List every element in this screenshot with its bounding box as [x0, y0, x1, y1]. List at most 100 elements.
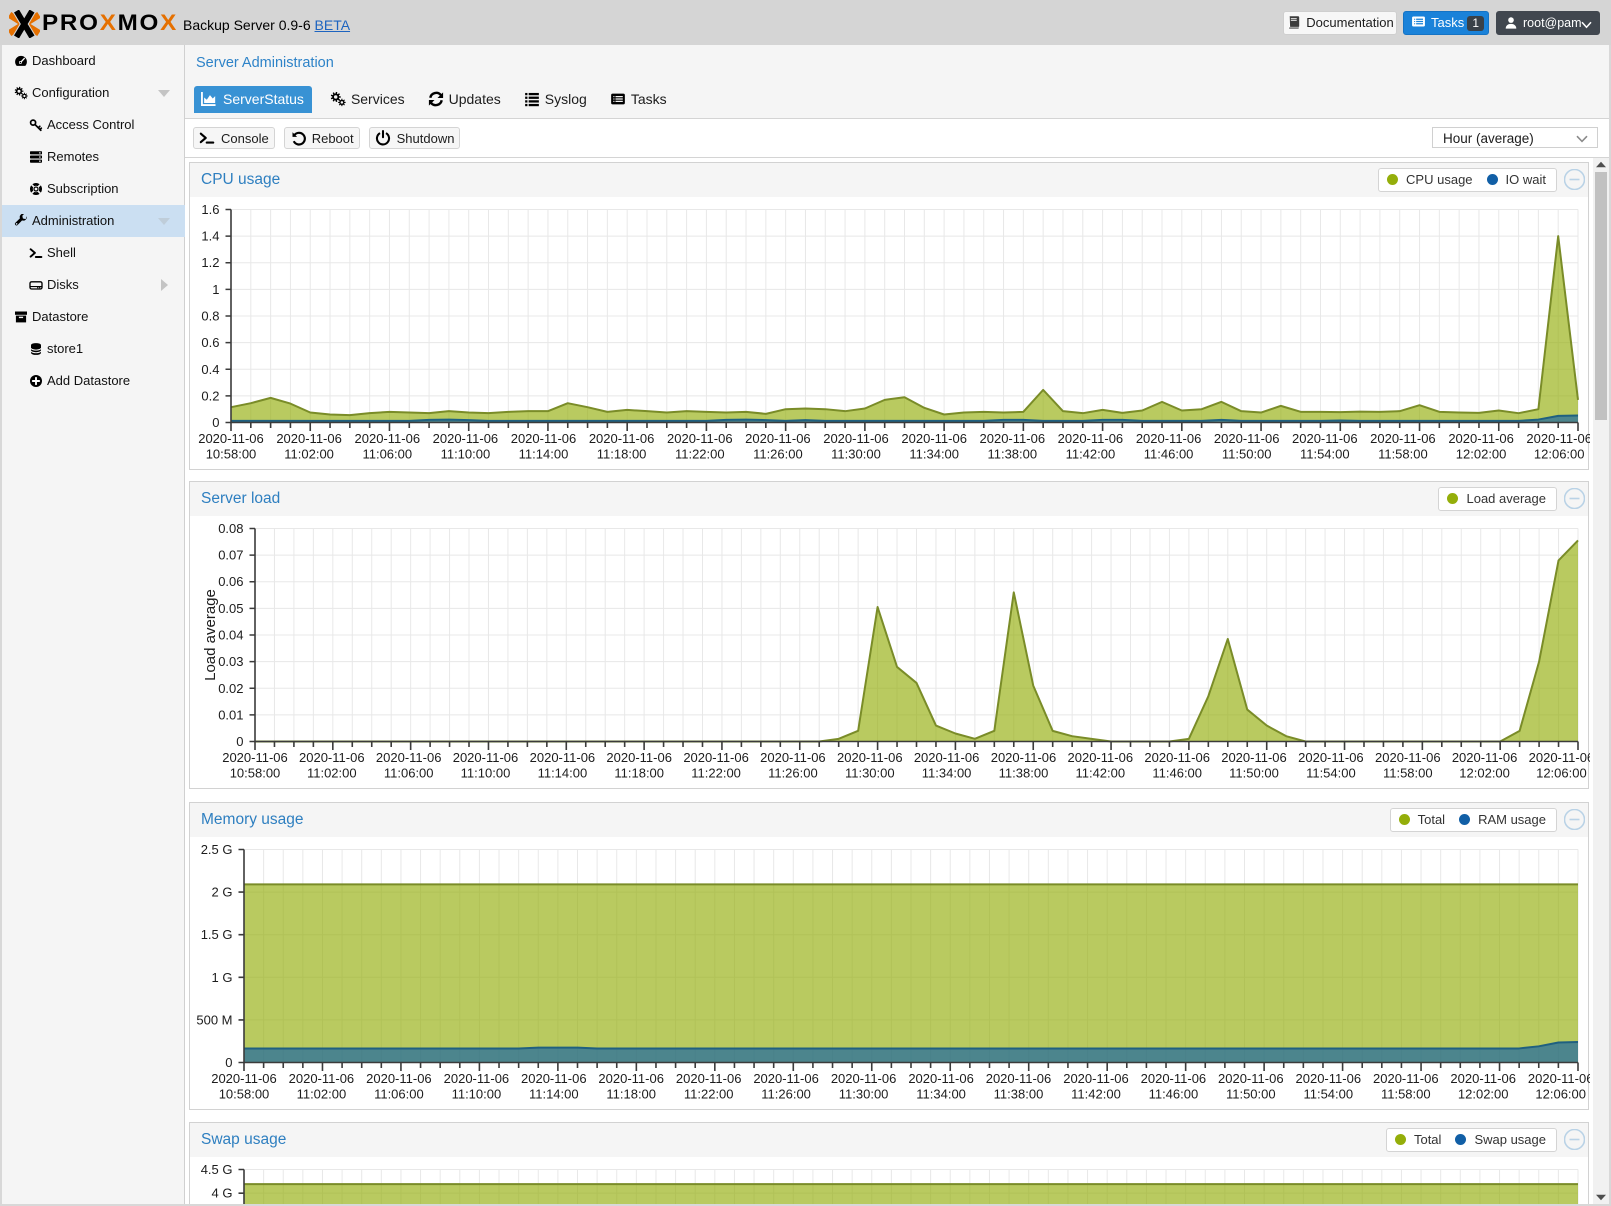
svg-text:11:34:00: 11:34:00	[922, 766, 972, 781]
svg-text:0.01: 0.01	[218, 707, 243, 722]
svg-text:11:14:00: 11:14:00	[519, 447, 569, 462]
svg-text:4 G: 4 G	[212, 1186, 233, 1201]
svg-text:2020-11-06: 2020-11-06	[1373, 1071, 1439, 1086]
svg-text:2020-11-06: 2020-11-06	[753, 1071, 819, 1086]
svg-text:2020-11-06: 2020-11-06	[198, 431, 264, 446]
svg-text:2020-11-06: 2020-11-06	[366, 1071, 432, 1086]
svg-text:10:58:00: 10:58:00	[230, 766, 281, 781]
svg-text:12:06:00: 12:06:00	[1536, 766, 1587, 781]
svg-text:11:46:00: 11:46:00	[1144, 447, 1194, 462]
svg-text:2020-11-06: 2020-11-06	[289, 1071, 355, 1086]
svg-text:2020-11-06: 2020-11-06	[530, 750, 596, 765]
svg-text:2020-11-06: 2020-11-06	[1526, 431, 1590, 446]
svg-text:2020-11-06: 2020-11-06	[1370, 431, 1436, 446]
svg-text:2020-11-06: 2020-11-06	[823, 431, 889, 446]
svg-text:11:06:00: 11:06:00	[362, 447, 412, 462]
svg-text:2020-11-06: 2020-11-06	[831, 1071, 897, 1086]
svg-text:2020-11-06: 2020-11-06	[980, 431, 1046, 446]
svg-text:11:22:00: 11:22:00	[684, 1087, 734, 1102]
svg-text:2020-11-06: 2020-11-06	[1292, 431, 1358, 446]
svg-text:2020-11-06: 2020-11-06	[901, 431, 967, 446]
svg-text:11:18:00: 11:18:00	[597, 447, 647, 462]
svg-text:0.8: 0.8	[201, 309, 219, 324]
svg-text:12:02:00: 12:02:00	[1456, 447, 1507, 462]
svg-text:11:22:00: 11:22:00	[675, 447, 725, 462]
svg-text:11:58:00: 11:58:00	[1381, 1087, 1431, 1102]
svg-text:0.06: 0.06	[218, 574, 243, 589]
svg-text:2020-11-06: 2020-11-06	[211, 1071, 277, 1086]
svg-text:1 G: 1 G	[212, 970, 233, 985]
svg-text:2020-11-06: 2020-11-06	[444, 1071, 510, 1086]
svg-text:2020-11-06: 2020-11-06	[433, 431, 499, 446]
svg-text:11:02:00: 11:02:00	[284, 447, 334, 462]
svg-text:2020-11-06: 2020-11-06	[1298, 750, 1364, 765]
svg-text:2020-11-06: 2020-11-06	[1063, 1071, 1129, 1086]
svg-text:2020-11-06: 2020-11-06	[1452, 750, 1518, 765]
svg-text:11:14:00: 11:14:00	[529, 1087, 579, 1102]
svg-text:2020-11-06: 2020-11-06	[1058, 431, 1124, 446]
svg-text:10:58:00: 10:58:00	[219, 1087, 270, 1102]
svg-text:0.03: 0.03	[218, 654, 243, 669]
svg-text:0.08: 0.08	[218, 521, 243, 536]
svg-text:2020-11-06: 2020-11-06	[991, 750, 1057, 765]
svg-text:4.5 G: 4.5 G	[201, 1162, 233, 1177]
svg-text:11:02:00: 11:02:00	[297, 1087, 347, 1102]
svg-text:11:38:00: 11:38:00	[994, 1087, 1044, 1102]
svg-text:11:18:00: 11:18:00	[614, 766, 664, 781]
svg-text:11:26:00: 11:26:00	[761, 1087, 811, 1102]
svg-text:2020-11-06: 2020-11-06	[606, 750, 672, 765]
svg-text:11:46:00: 11:46:00	[1152, 766, 1202, 781]
svg-text:2020-11-06: 2020-11-06	[683, 750, 749, 765]
svg-text:Load average: Load average	[202, 589, 219, 681]
svg-text:11:38:00: 11:38:00	[999, 766, 1049, 781]
svg-text:2020-11-06: 2020-11-06	[1141, 1071, 1207, 1086]
svg-text:2020-11-06: 2020-11-06	[1450, 1071, 1516, 1086]
svg-text:1.2: 1.2	[201, 255, 219, 270]
svg-text:2020-11-06: 2020-11-06	[355, 431, 421, 446]
svg-text:2020-11-06: 2020-11-06	[1296, 1071, 1362, 1086]
svg-text:11:14:00: 11:14:00	[538, 766, 588, 781]
svg-text:11:50:00: 11:50:00	[1229, 766, 1279, 781]
svg-text:2020-11-06: 2020-11-06	[908, 1071, 974, 1086]
svg-text:10:58:00: 10:58:00	[206, 447, 257, 462]
svg-text:11:42:00: 11:42:00	[1071, 1087, 1121, 1102]
svg-text:1.5 G: 1.5 G	[201, 927, 233, 942]
svg-text:2020-11-06: 2020-11-06	[914, 750, 980, 765]
svg-text:12:02:00: 12:02:00	[1458, 1087, 1509, 1102]
svg-text:12:02:00: 12:02:00	[1459, 766, 1510, 781]
svg-text:2.5 G: 2.5 G	[201, 842, 233, 857]
svg-text:11:58:00: 11:58:00	[1383, 766, 1433, 781]
svg-text:11:30:00: 11:30:00	[845, 766, 895, 781]
svg-text:1: 1	[212, 282, 219, 297]
svg-text:11:06:00: 11:06:00	[384, 766, 434, 781]
svg-text:2020-11-06: 2020-11-06	[1375, 750, 1441, 765]
svg-text:11:46:00: 11:46:00	[1149, 1087, 1199, 1102]
svg-text:11:50:00: 11:50:00	[1222, 447, 1272, 462]
svg-text:0.4: 0.4	[201, 362, 219, 377]
svg-text:11:34:00: 11:34:00	[909, 447, 959, 462]
svg-text:2020-11-06: 2020-11-06	[521, 1071, 587, 1086]
svg-text:11:42:00: 11:42:00	[1075, 766, 1125, 781]
svg-text:11:10:00: 11:10:00	[461, 766, 511, 781]
svg-text:0.2: 0.2	[201, 388, 219, 403]
svg-text:500 M: 500 M	[196, 1012, 232, 1027]
svg-text:11:22:00: 11:22:00	[691, 766, 741, 781]
svg-text:2020-11-06: 2020-11-06	[1221, 750, 1287, 765]
svg-text:2020-11-06: 2020-11-06	[837, 750, 903, 765]
svg-text:11:38:00: 11:38:00	[987, 447, 1037, 462]
svg-text:11:50:00: 11:50:00	[1226, 1087, 1276, 1102]
svg-text:11:54:00: 11:54:00	[1306, 766, 1356, 781]
svg-text:1.4: 1.4	[201, 229, 219, 244]
svg-text:0.05: 0.05	[218, 601, 243, 616]
svg-text:11:30:00: 11:30:00	[839, 1087, 889, 1102]
svg-text:11:58:00: 11:58:00	[1378, 447, 1428, 462]
svg-text:2020-11-06: 2020-11-06	[222, 750, 288, 765]
svg-text:11:02:00: 11:02:00	[307, 766, 357, 781]
svg-text:0.07: 0.07	[218, 548, 243, 563]
svg-text:2020-11-06: 2020-11-06	[598, 1071, 664, 1086]
svg-text:11:42:00: 11:42:00	[1066, 447, 1116, 462]
svg-text:2020-11-06: 2020-11-06	[1529, 750, 1590, 765]
svg-text:11:54:00: 11:54:00	[1303, 1087, 1353, 1102]
svg-text:0: 0	[212, 415, 219, 430]
svg-text:2020-11-06: 2020-11-06	[376, 750, 442, 765]
